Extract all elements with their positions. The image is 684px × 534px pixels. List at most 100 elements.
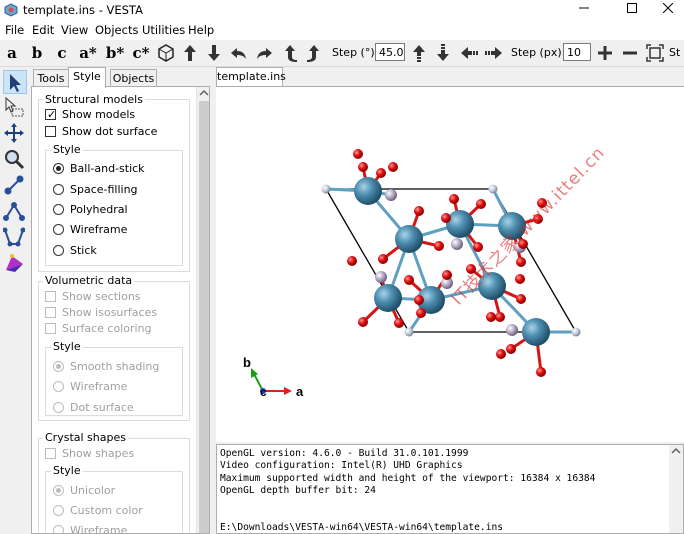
metal-atom[interactable] xyxy=(446,210,474,238)
menu-view[interactable]: View xyxy=(61,23,88,37)
metal-atom[interactable] xyxy=(374,284,402,312)
style-polyhedral-radio[interactable]: Polyhedral xyxy=(53,203,128,217)
custom-color-label: Custom color xyxy=(70,504,143,517)
scroll-thumb[interactable] xyxy=(199,101,209,533)
menu-objects[interactable]: Objects xyxy=(95,23,138,37)
dihedral-tool-icon xyxy=(2,227,26,247)
translate-tool-button[interactable] xyxy=(3,122,27,146)
side-tabs: Tools Style Objects xyxy=(31,67,211,88)
style-ball-and-stick-radio[interactable]: Ball-and-stick xyxy=(53,162,145,176)
tab-objects[interactable]: Objects xyxy=(110,69,157,87)
select-tool-button[interactable] xyxy=(3,70,27,94)
model-style-title: Style xyxy=(51,143,83,156)
step-degree-input[interactable]: 45.0 xyxy=(375,43,405,61)
fit-icon[interactable] xyxy=(645,43,665,63)
light-atom[interactable] xyxy=(451,238,463,250)
dihedral-tool-button[interactable] xyxy=(2,226,27,250)
corner-atom[interactable] xyxy=(571,327,581,337)
menu-file[interactable]: File xyxy=(5,23,24,37)
tab-tools[interactable]: Tools xyxy=(33,69,69,87)
rotate-right-icon[interactable] xyxy=(254,43,274,63)
style-space-filling-radio[interactable]: Space-filling xyxy=(53,183,138,197)
show-models-checkbox[interactable]: ✓ Show models xyxy=(45,108,135,122)
radio-dot xyxy=(53,505,64,516)
magnify-tool-button[interactable] xyxy=(3,148,27,172)
smooth-shading-radio[interactable]: Smooth shading xyxy=(53,360,159,374)
view-along-c-button[interactable]: c xyxy=(53,44,71,62)
surface-coloring-checkbox[interactable]: Surface coloring xyxy=(45,322,152,336)
rotate-left-icon[interactable] xyxy=(229,43,249,63)
rotate-up-icon[interactable] xyxy=(180,43,200,63)
document-tab[interactable]: template.ins xyxy=(216,67,286,86)
scroll-up-icon[interactable] xyxy=(669,445,683,457)
tab-style[interactable]: Style xyxy=(68,67,106,88)
view-along-b-star-button[interactable]: b* xyxy=(103,44,127,62)
minimize-button[interactable] xyxy=(564,0,604,20)
minimize-icon xyxy=(579,7,589,9)
angle-tool-button[interactable] xyxy=(3,200,27,224)
show-isosurfaces-checkbox[interactable]: Show isosurfaces xyxy=(45,306,157,320)
corner-atom[interactable] xyxy=(488,184,498,194)
title-bar: template.ins - VESTA xyxy=(0,0,684,20)
move-up-icon[interactable] xyxy=(409,43,429,63)
view-along-a-star-button[interactable]: a* xyxy=(76,44,100,62)
maximize-icon xyxy=(627,3,637,13)
rotate-ccw-icon[interactable] xyxy=(280,43,300,63)
radio-selected-dot xyxy=(56,488,61,493)
plane-tool-icon xyxy=(6,254,23,272)
style-wireframe-radio[interactable]: Wireframe xyxy=(53,223,127,237)
wireframe-label: Wireframe xyxy=(70,223,128,236)
corner-atom[interactable] xyxy=(404,327,414,337)
radio-dot xyxy=(53,361,64,372)
move-right-icon[interactable] xyxy=(484,43,504,63)
view-along-c-star-button[interactable]: c* xyxy=(129,44,153,62)
custom-color-radio[interactable]: Custom color xyxy=(53,504,143,518)
show-dot-surface-checkbox[interactable]: Show dot surface xyxy=(45,125,157,139)
checkmark-icon: ✓ xyxy=(47,108,57,121)
light-atom[interactable] xyxy=(375,271,387,283)
style-stick-radio[interactable]: Stick xyxy=(53,244,97,258)
show-shapes-checkbox[interactable]: Show shapes xyxy=(45,447,134,461)
zoom-in-icon[interactable] xyxy=(595,43,615,63)
metal-atom[interactable] xyxy=(522,318,550,346)
crystal-wireframe-radio[interactable]: Wireframe xyxy=(53,524,127,533)
a-axis-label: a xyxy=(296,384,304,399)
corner-atom[interactable] xyxy=(321,184,331,194)
dot-surface-radio[interactable]: Dot surface xyxy=(53,401,134,415)
structure-viewport[interactable]: b c a IT技术之家 www.ittel.cn xyxy=(216,86,684,442)
show-sections-checkbox[interactable]: Show sections xyxy=(45,290,141,304)
menu-utilities[interactable]: Utilities xyxy=(142,23,185,37)
view-along-a-button[interactable]: a xyxy=(3,44,21,62)
metal-atom[interactable] xyxy=(354,177,382,205)
checkbox-box xyxy=(45,323,56,334)
move-down-icon[interactable] xyxy=(433,43,453,63)
light-atom[interactable] xyxy=(385,189,397,201)
polyhedron-view-icon[interactable] xyxy=(156,43,176,63)
select-tool-icon xyxy=(10,74,21,92)
output-console[interactable]: OpenGL version: 4.6.0 - Build 31.0.101.1… xyxy=(216,444,684,534)
panel-scrollbar[interactable] xyxy=(196,87,210,533)
crystal-structure-render[interactable]: b c a xyxy=(216,87,684,442)
box-select-icon xyxy=(5,96,24,117)
zoom-out-icon[interactable] xyxy=(620,43,640,63)
box-select-tool-button[interactable] xyxy=(3,96,27,120)
close-button[interactable] xyxy=(648,0,684,20)
menu-help[interactable]: Help xyxy=(188,23,214,37)
step-pixel-input[interactable]: 10 xyxy=(563,43,591,61)
menu-edit[interactable]: Edit xyxy=(32,23,54,37)
toolbar-overflow-label[interactable]: St xyxy=(669,46,680,59)
plane-tool-button[interactable] xyxy=(3,252,27,276)
distance-tool-button[interactable] xyxy=(3,174,27,198)
metal-atom[interactable] xyxy=(395,225,423,253)
maximize-button[interactable] xyxy=(612,0,652,20)
volumetric-wireframe-radio[interactable]: Wireframe xyxy=(53,380,127,394)
structure-content: b c a xyxy=(243,149,581,399)
view-along-b-button[interactable]: b xyxy=(28,44,46,62)
light-atom[interactable] xyxy=(506,324,518,336)
console-scrollbar[interactable] xyxy=(669,445,683,533)
rotate-down-icon[interactable] xyxy=(204,43,224,63)
rotate-cw-icon[interactable] xyxy=(304,43,324,63)
move-left-icon[interactable] xyxy=(459,43,479,63)
scroll-up-icon[interactable] xyxy=(197,87,210,99)
unicolor-radio[interactable]: Unicolor xyxy=(53,484,115,498)
